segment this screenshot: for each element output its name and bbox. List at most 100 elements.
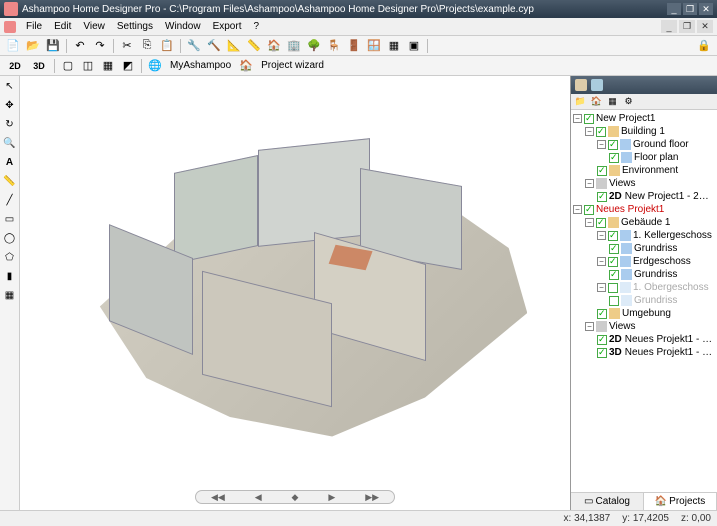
menu-help[interactable]: ? (247, 19, 265, 34)
tree-view-3d[interactable]: 3DNeues Projekt1 - 3D-Ansich (573, 346, 715, 359)
fill-icon[interactable]: ▮ (1, 268, 18, 285)
tool-icon[interactable]: 📐 (225, 37, 243, 54)
help-icon[interactable]: 🔒 (695, 37, 713, 54)
render-canvas[interactable] (31, 85, 559, 502)
tree-floor[interactable]: −Erdgeschoss (573, 255, 715, 268)
tool-icon[interactable]: ▦ (385, 37, 403, 54)
panel-tool-icon[interactable]: ▦ (606, 95, 619, 108)
tree-views[interactable]: −Views (573, 320, 715, 333)
myashampoo-link[interactable]: MyAshampoo (166, 60, 235, 71)
tool-icon[interactable]: ▣ (405, 37, 423, 54)
tool-icon[interactable]: 🔨 (205, 37, 223, 54)
rotate-icon[interactable]: ↻ (1, 116, 18, 133)
tool-icon[interactable]: 🔧 (185, 37, 203, 54)
tab-projects[interactable]: 🏠Projects (644, 493, 717, 510)
view-icon[interactable]: ◩ (119, 57, 137, 74)
menu-file[interactable]: File (20, 19, 48, 34)
tool-icon[interactable]: 🪟 (365, 37, 383, 54)
undo-icon[interactable]: ↶ (71, 37, 89, 54)
nav-next-icon[interactable]: ▶▶ (365, 492, 379, 503)
panel-tabs: ▭Catalog 🏠Projects (571, 492, 717, 510)
tree-building[interactable]: −Gebäude 1 (573, 216, 715, 229)
paste-icon[interactable]: 📋 (158, 37, 176, 54)
separator (180, 39, 181, 53)
copy-icon[interactable]: ⎘ (138, 37, 156, 54)
tree-environment[interactable]: Environment (573, 164, 715, 177)
tree-floorplan[interactable]: Floor plan (573, 151, 715, 164)
tree-floor[interactable]: −1. Obergeschoss (573, 281, 715, 294)
menu-view[interactable]: View (77, 19, 111, 34)
select-icon[interactable]: ↖ (1, 78, 18, 95)
mdi-minimize-button[interactable]: _ (661, 20, 677, 33)
panel-tool-icon[interactable]: 🏠 (590, 95, 603, 108)
tree-environment[interactable]: Umgebung (573, 307, 715, 320)
wizard-icon[interactable]: 🏠 (237, 57, 255, 74)
circle-icon[interactable]: ◯ (1, 230, 18, 247)
panel-icon (575, 79, 587, 91)
pan-icon[interactable]: ✥ (1, 97, 18, 114)
open-icon[interactable]: 📂 (24, 37, 42, 54)
nav-center-icon[interactable]: ◆ (292, 492, 299, 503)
status-z: z: 0,00 (681, 513, 711, 524)
status-y: y: 17,4205 (622, 513, 669, 524)
new-icon[interactable]: 📄 (4, 37, 22, 54)
tree-view-2d[interactable]: 2DNeues Projekt1 - 2D-Ansich (573, 333, 715, 346)
tree-views[interactable]: −Views (573, 177, 715, 190)
tree-floor[interactable]: −Ground floor (573, 138, 715, 151)
tree-building[interactable]: −Building 1 (573, 125, 715, 138)
nav-prev-icon[interactable]: ◀◀ (211, 492, 225, 503)
tool-icon[interactable]: 🚪 (345, 37, 363, 54)
menu-settings[interactable]: Settings (111, 19, 159, 34)
cut-icon[interactable]: ✂ (118, 37, 136, 54)
mdi-restore-button[interactable]: ❐ (679, 20, 695, 33)
view-icon[interactable]: ◫ (79, 57, 97, 74)
menubar-app-icon (4, 21, 16, 33)
zoom-icon[interactable]: 🔍 (1, 135, 18, 152)
menu-window[interactable]: Window (159, 19, 207, 34)
menubar: File Edit View Settings Window Export ? … (0, 18, 717, 36)
grid-icon[interactable]: ▦ (1, 287, 18, 304)
redo-icon[interactable]: ↷ (91, 37, 109, 54)
view-icon[interactable]: ▦ (99, 57, 117, 74)
tool-icon[interactable]: 📏 (245, 37, 263, 54)
tool-icon[interactable]: 🪑 (325, 37, 343, 54)
tree-view-2d[interactable]: 2DNew Project1 - 2D View (573, 190, 715, 203)
projects-icon: 🏠 (655, 496, 667, 507)
globe-icon[interactable]: 🌐 (146, 57, 164, 74)
mdi-close-button[interactable]: ✕ (697, 20, 713, 33)
tool-icon[interactable]: 🏢 (285, 37, 303, 54)
save-icon[interactable]: 💾 (44, 37, 62, 54)
project-wizard-link[interactable]: Project wizard (257, 60, 328, 71)
menu-edit[interactable]: Edit (48, 19, 77, 34)
tree-floorplan[interactable]: Grundriss (573, 268, 715, 281)
tree-floorplan[interactable]: Grundriss (573, 242, 715, 255)
tree-floorplan[interactable]: Grundriss (573, 294, 715, 307)
viewport-3d[interactable]: ◀◀ ◀ ◆ ▶ ▶▶ (20, 76, 570, 510)
close-button[interactable]: ✕ (699, 3, 713, 15)
minimize-button[interactable]: _ (667, 3, 681, 15)
panel-tool-icon[interactable]: 📁 (574, 95, 587, 108)
statusbar: x: 34,1387 y: 17,4205 z: 0,00 (0, 510, 717, 526)
tree-project[interactable]: −Neues Projekt1 (573, 203, 715, 216)
measure-icon[interactable]: 📏 (1, 173, 18, 190)
tab-catalog[interactable]: ▭Catalog (571, 493, 644, 510)
nav-back-icon[interactable]: ◀ (255, 492, 262, 503)
rect-icon[interactable]: ▭ (1, 211, 18, 228)
tree-floor[interactable]: −1. Kellergeschoss (573, 229, 715, 242)
tool-icon[interactable]: 🌳 (305, 37, 323, 54)
project-tree[interactable]: −New Project1 −Building 1 −Ground floor … (571, 110, 717, 492)
nav-fwd-icon[interactable]: ▶ (328, 492, 335, 503)
tree-project[interactable]: −New Project1 (573, 112, 715, 125)
nav-control[interactable]: ◀◀ ◀ ◆ ▶ ▶▶ (195, 490, 395, 504)
menu-export[interactable]: Export (207, 19, 248, 34)
tab-2d[interactable]: 2D (4, 57, 26, 74)
text-icon[interactable]: A (1, 154, 18, 171)
poly-icon[interactable]: ⬠ (1, 249, 18, 266)
panel-tool-icon[interactable]: ⚙ (622, 95, 635, 108)
view-icon[interactable]: ▢ (59, 57, 77, 74)
tab-3d[interactable]: 3D (28, 57, 50, 74)
tool-icon[interactable]: 🏠 (265, 37, 283, 54)
line-icon[interactable]: ╱ (1, 192, 18, 209)
maximize-button[interactable]: ❐ (683, 3, 697, 15)
house-model (63, 118, 528, 443)
